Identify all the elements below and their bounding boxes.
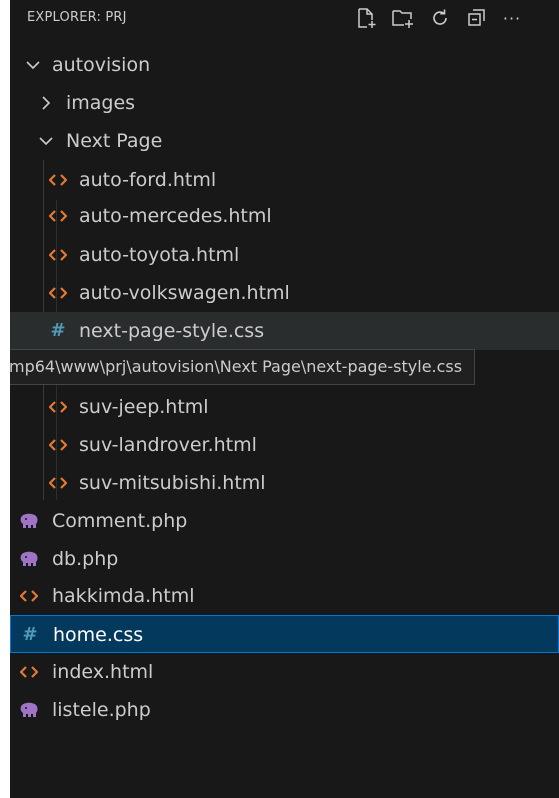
explorer-title: EXPLORER: PRJ — [27, 10, 127, 25]
folder-label: autovision — [52, 54, 151, 76]
file-label: auto-volkswagen.html — [79, 282, 290, 304]
file-label: suv-landrover.html — [79, 434, 257, 456]
file-label: suv-jeep.html — [79, 396, 209, 418]
tree-file[interactable]: suv-mitsubishi.html — [10, 464, 559, 502]
folder-label: images — [66, 92, 136, 114]
refresh-icon[interactable] — [427, 5, 453, 31]
tree-file[interactable]: listele.php — [10, 691, 559, 729]
tree-folder-autovision[interactable]: autovision — [10, 46, 559, 84]
html-file-icon — [48, 397, 68, 417]
php-elephant-icon — [19, 549, 39, 569]
file-label: home.css — [53, 624, 144, 646]
path-tooltip: mp64\www\prj\autovision\Next Page\next-p… — [10, 349, 476, 385]
html-file-icon — [19, 586, 39, 606]
php-elephant-icon — [19, 511, 39, 531]
css-file-icon: # — [22, 624, 38, 645]
file-label: next-page-style.css — [79, 320, 265, 342]
explorer-header: EXPLORER: PRJ ··· — [10, 0, 559, 36]
tree-folder-next-page[interactable]: Next Page — [10, 122, 559, 160]
php-elephant-icon — [19, 700, 39, 720]
html-file-icon — [48, 206, 68, 226]
file-label: hakkimda.html — [52, 585, 195, 607]
folder-label: Next Page — [66, 130, 163, 152]
collapse-all-icon[interactable] — [464, 5, 490, 31]
tree-file[interactable]: auto-volkswagen.html — [10, 274, 559, 312]
tree-file-selected[interactable]: # home.css — [10, 615, 559, 653]
tree-file[interactable]: suv-jeep.html — [10, 388, 559, 426]
tree-file[interactable]: Comment.php — [10, 502, 559, 540]
css-file-icon: # — [50, 320, 66, 341]
html-file-icon — [19, 662, 39, 682]
file-label: auto-ford.html — [79, 169, 217, 191]
file-label: auto-mercedes.html — [79, 205, 272, 227]
tree-folder-images[interactable]: images — [10, 84, 559, 122]
tree-file[interactable]: auto-ford.html — [10, 161, 559, 199]
html-file-icon — [48, 473, 68, 493]
chevron-down-icon — [26, 61, 40, 70]
explorer-toolbar: ··· — [353, 4, 534, 32]
tree-file[interactable]: suv-landrover.html — [10, 426, 559, 464]
html-file-icon — [48, 283, 68, 303]
html-file-icon — [48, 435, 68, 455]
chevron-down-icon — [39, 137, 53, 146]
more-actions-icon[interactable]: ··· — [501, 5, 523, 31]
tree-file[interactable]: db.php — [10, 540, 559, 578]
file-label: Comment.php — [52, 510, 188, 532]
tree-file[interactable]: auto-mercedes.html — [10, 197, 559, 235]
file-label: db.php — [52, 548, 119, 570]
tree-file[interactable]: auto-toyota.html — [10, 236, 559, 274]
window-left-edge — [0, 0, 10, 798]
more-actions-glyph: ··· — [502, 8, 522, 28]
tree-file[interactable]: index.html — [10, 653, 559, 691]
chevron-right-icon — [42, 96, 51, 110]
file-label: suv-mitsubishi.html — [79, 472, 266, 494]
new-file-icon[interactable] — [353, 5, 379, 31]
file-label: listele.php — [52, 699, 151, 721]
new-folder-icon[interactable] — [390, 5, 416, 31]
tree-file[interactable]: hakkimda.html — [10, 577, 559, 615]
html-file-icon — [48, 245, 68, 265]
explorer-panel: EXPLORER: PRJ ··· autovision images Next… — [10, 0, 559, 798]
file-label: auto-toyota.html — [79, 244, 240, 266]
html-file-icon — [48, 170, 68, 190]
file-label: index.html — [52, 661, 154, 683]
tree-file-hovered[interactable]: # next-page-style.css — [10, 312, 559, 350]
